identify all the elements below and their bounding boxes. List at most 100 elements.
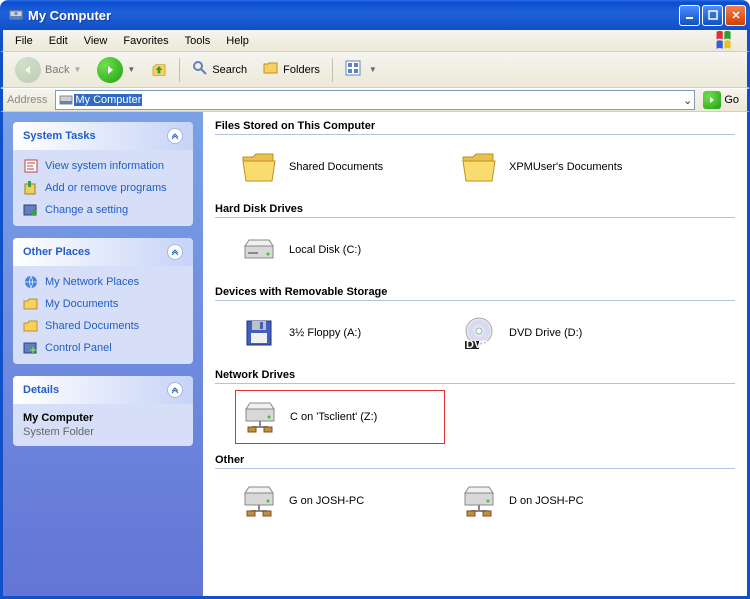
folder-icon xyxy=(23,296,39,312)
details-type: System Folder xyxy=(23,426,183,438)
item-label: G on JOSH-PC xyxy=(289,495,441,507)
details-name: My Computer xyxy=(23,412,183,424)
up-button[interactable] xyxy=(145,59,173,81)
search-label: Search xyxy=(212,64,247,76)
panel-title: Other Places xyxy=(23,246,90,258)
back-label: Back xyxy=(45,64,69,76)
group-header: Hard Disk Drives xyxy=(215,203,735,218)
item-label: XPMUser's Documents xyxy=(509,161,661,173)
drive-item[interactable]: XPMUser's Documents xyxy=(455,141,665,193)
search-button[interactable]: Search xyxy=(186,57,253,82)
collapse-icon xyxy=(167,382,183,398)
dropdown-icon: ▼ xyxy=(73,65,81,74)
network-icon xyxy=(23,274,39,290)
item-label: D on JOSH-PC xyxy=(509,495,661,507)
net-icon xyxy=(459,481,499,521)
group-header: Devices with Removable Storage xyxy=(215,286,735,301)
app-icon xyxy=(8,7,24,23)
menu-help[interactable]: Help xyxy=(218,33,257,49)
windows-logo-icon xyxy=(715,32,743,50)
panel-system-tasks: System Tasks View system information Add… xyxy=(13,122,193,226)
group-header: Network Drives xyxy=(215,369,735,384)
link-network-places[interactable]: My Network Places xyxy=(23,274,183,290)
dropdown-icon: ▼ xyxy=(369,65,377,74)
back-button[interactable]: Back ▼ xyxy=(9,54,87,86)
maximize-button[interactable] xyxy=(702,5,723,26)
hdd-icon xyxy=(239,230,279,270)
item-label: Shared Documents xyxy=(289,161,441,173)
toolbar-separator xyxy=(179,58,180,82)
address-dropdown-icon[interactable]: ⌄ xyxy=(683,94,692,107)
computer-icon xyxy=(58,92,74,108)
panel-header[interactable]: Details xyxy=(13,376,193,404)
window-title: My Computer xyxy=(28,8,679,23)
panel-title: System Tasks xyxy=(23,130,96,142)
drive-item[interactable]: G on JOSH-PC xyxy=(235,475,445,527)
minimize-button[interactable] xyxy=(679,5,700,26)
dvd-icon: DVD xyxy=(459,313,499,353)
item-label: Local Disk (C:) xyxy=(289,244,441,256)
side-panel: System Tasks View system information Add… xyxy=(3,112,203,596)
drive-item[interactable]: Shared Documents xyxy=(235,141,445,193)
search-icon xyxy=(192,60,208,79)
settings-icon xyxy=(23,202,39,218)
toolbar-separator xyxy=(332,58,333,82)
toolbar: Back ▼ ▼ Search Folders ▼ xyxy=(0,52,750,88)
folders-label: Folders xyxy=(283,64,320,76)
menu-edit[interactable]: Edit xyxy=(41,33,76,49)
menu-file[interactable]: File xyxy=(7,33,41,49)
link-my-documents[interactable]: My Documents xyxy=(23,296,183,312)
programs-icon xyxy=(23,180,39,196)
address-value: My Computer xyxy=(74,94,142,106)
dropdown-icon: ▼ xyxy=(127,65,135,74)
net-icon xyxy=(240,397,280,437)
panel-other-places: Other Places My Network Places My Docume… xyxy=(13,238,193,364)
folders-icon xyxy=(263,60,279,79)
go-label: Go xyxy=(724,94,739,106)
link-shared-documents[interactable]: Shared Documents xyxy=(23,318,183,334)
menu-bar: File Edit View Favorites Tools Help xyxy=(0,30,750,52)
link-add-remove-programs[interactable]: Add or remove programs xyxy=(23,180,183,196)
group-header: Files Stored on This Computer xyxy=(215,120,735,135)
controlpanel-icon xyxy=(23,340,39,356)
drive-item[interactable]: Local Disk (C:) xyxy=(235,224,445,276)
views-icon xyxy=(345,60,365,79)
address-bar: Address My Computer ⌄ Go xyxy=(0,88,750,112)
folders-button[interactable]: Folders xyxy=(257,57,326,82)
folder-icon xyxy=(459,147,499,187)
info-icon xyxy=(23,158,39,174)
address-label: Address xyxy=(7,94,47,106)
panel-header[interactable]: System Tasks xyxy=(13,122,193,150)
panel-title: Details xyxy=(23,384,59,396)
floppy-icon xyxy=(239,313,279,353)
link-change-setting[interactable]: Change a setting xyxy=(23,202,183,218)
title-bar: My Computer xyxy=(0,0,750,30)
views-button[interactable]: ▼ xyxy=(339,57,383,82)
svg-text:DVD: DVD xyxy=(466,339,489,351)
drive-item[interactable]: DVD DVD Drive (D:) xyxy=(455,307,665,359)
close-button[interactable] xyxy=(725,5,746,26)
panel-details: Details My Computer System Folder xyxy=(13,376,193,446)
menu-view[interactable]: View xyxy=(76,33,116,49)
menu-favorites[interactable]: Favorites xyxy=(115,33,176,49)
group-header: Other xyxy=(215,454,735,469)
menu-tools[interactable]: Tools xyxy=(177,33,219,49)
address-input[interactable]: My Computer ⌄ xyxy=(55,90,695,110)
link-view-system-information[interactable]: View system information xyxy=(23,158,183,174)
panel-header[interactable]: Other Places xyxy=(13,238,193,266)
content-area: Files Stored on This Computer Shared Docu… xyxy=(203,112,747,596)
drive-item[interactable]: D on JOSH-PC xyxy=(455,475,665,527)
link-control-panel[interactable]: Control Panel xyxy=(23,340,183,356)
folder-icon xyxy=(23,318,39,334)
collapse-icon xyxy=(167,128,183,144)
item-label: C on 'Tsclient' (Z:) xyxy=(290,411,440,423)
folder-icon xyxy=(239,147,279,187)
drive-item[interactable]: C on 'Tsclient' (Z:) xyxy=(235,390,445,444)
collapse-icon xyxy=(167,244,183,260)
item-label: DVD Drive (D:) xyxy=(509,327,661,339)
net-icon xyxy=(239,481,279,521)
forward-button[interactable]: ▼ xyxy=(91,54,141,86)
item-label: 3½ Floppy (A:) xyxy=(289,327,441,339)
drive-item[interactable]: 3½ Floppy (A:) xyxy=(235,307,445,359)
go-button[interactable]: Go xyxy=(699,90,743,110)
